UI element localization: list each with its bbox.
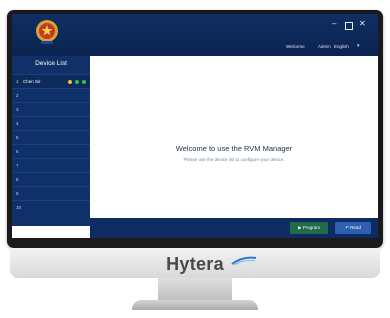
welcome-title: Welcome to use the RVM Manager [175,144,293,153]
maximize-icon[interactable] [345,22,353,30]
police-emblem-icon [36,20,58,44]
screen: – ✕ Welcome Admin English ▾ Device List … [12,14,378,238]
device-item-7[interactable]: 7 [12,158,90,173]
device-number: 8 [16,177,19,182]
device-item-3[interactable]: 3 [12,102,90,117]
monitor-chin: Hytera [10,248,380,278]
status-dot-icon [82,80,86,84]
device-item-2[interactable]: 2 [12,88,90,103]
app-header: – ✕ Welcome Admin English ▾ [12,14,378,56]
device-number: 9 [16,191,19,196]
device-item-10[interactable]: 10 [12,200,90,215]
chevron-down-icon[interactable]: ▾ [357,43,360,49]
read-label: Read [350,225,361,230]
minimize-icon[interactable]: – [332,20,336,28]
footer-bar: ▶ Program ↶ Read [90,218,378,238]
brand-logo: Hytera [166,254,224,274]
device-item-5[interactable]: 5 [12,130,90,145]
device-name: Chen Sir [23,79,41,84]
device-number: 1 [16,79,19,84]
program-button[interactable]: ▶ Program [290,222,328,234]
header-welcome: Welcome [286,44,305,49]
device-item-4[interactable]: 4 [12,116,90,131]
monitor-stand-neck [158,278,232,302]
language-selector[interactable]: English [334,44,349,49]
program-label: Program [302,225,320,230]
device-item-8[interactable]: 8 [12,172,90,187]
welcome-subtitle: Please use the device list to configure … [183,157,285,162]
read-button[interactable]: ↶ Read [335,222,371,234]
close-icon[interactable]: ✕ [359,20,366,28]
device-item-1[interactable]: 1 Chen Sir [12,74,90,89]
device-number: 4 [16,121,19,126]
device-number: 6 [16,149,19,154]
device-number: 10 [16,205,22,210]
device-number: 2 [16,93,19,98]
main-content: Welcome to use the RVM Manager Please us… [90,56,378,218]
header-user[interactable]: Admin [318,44,331,49]
status-dot-icon [75,80,79,84]
device-item-9[interactable]: 9 [12,186,90,201]
device-list-sidebar: Device List 1 Chen Sir 2 3 4 5 6 7 8 9 1… [12,56,90,226]
device-number: 7 [16,163,19,168]
device-item-6[interactable]: 6 [12,144,90,159]
device-number: 5 [16,135,19,140]
status-dot-icon [68,80,72,84]
monitor-stand-base [132,300,258,310]
device-number: 3 [16,107,19,112]
brand-swoosh-icon [231,256,257,266]
sidebar-title: Device List [35,60,67,67]
